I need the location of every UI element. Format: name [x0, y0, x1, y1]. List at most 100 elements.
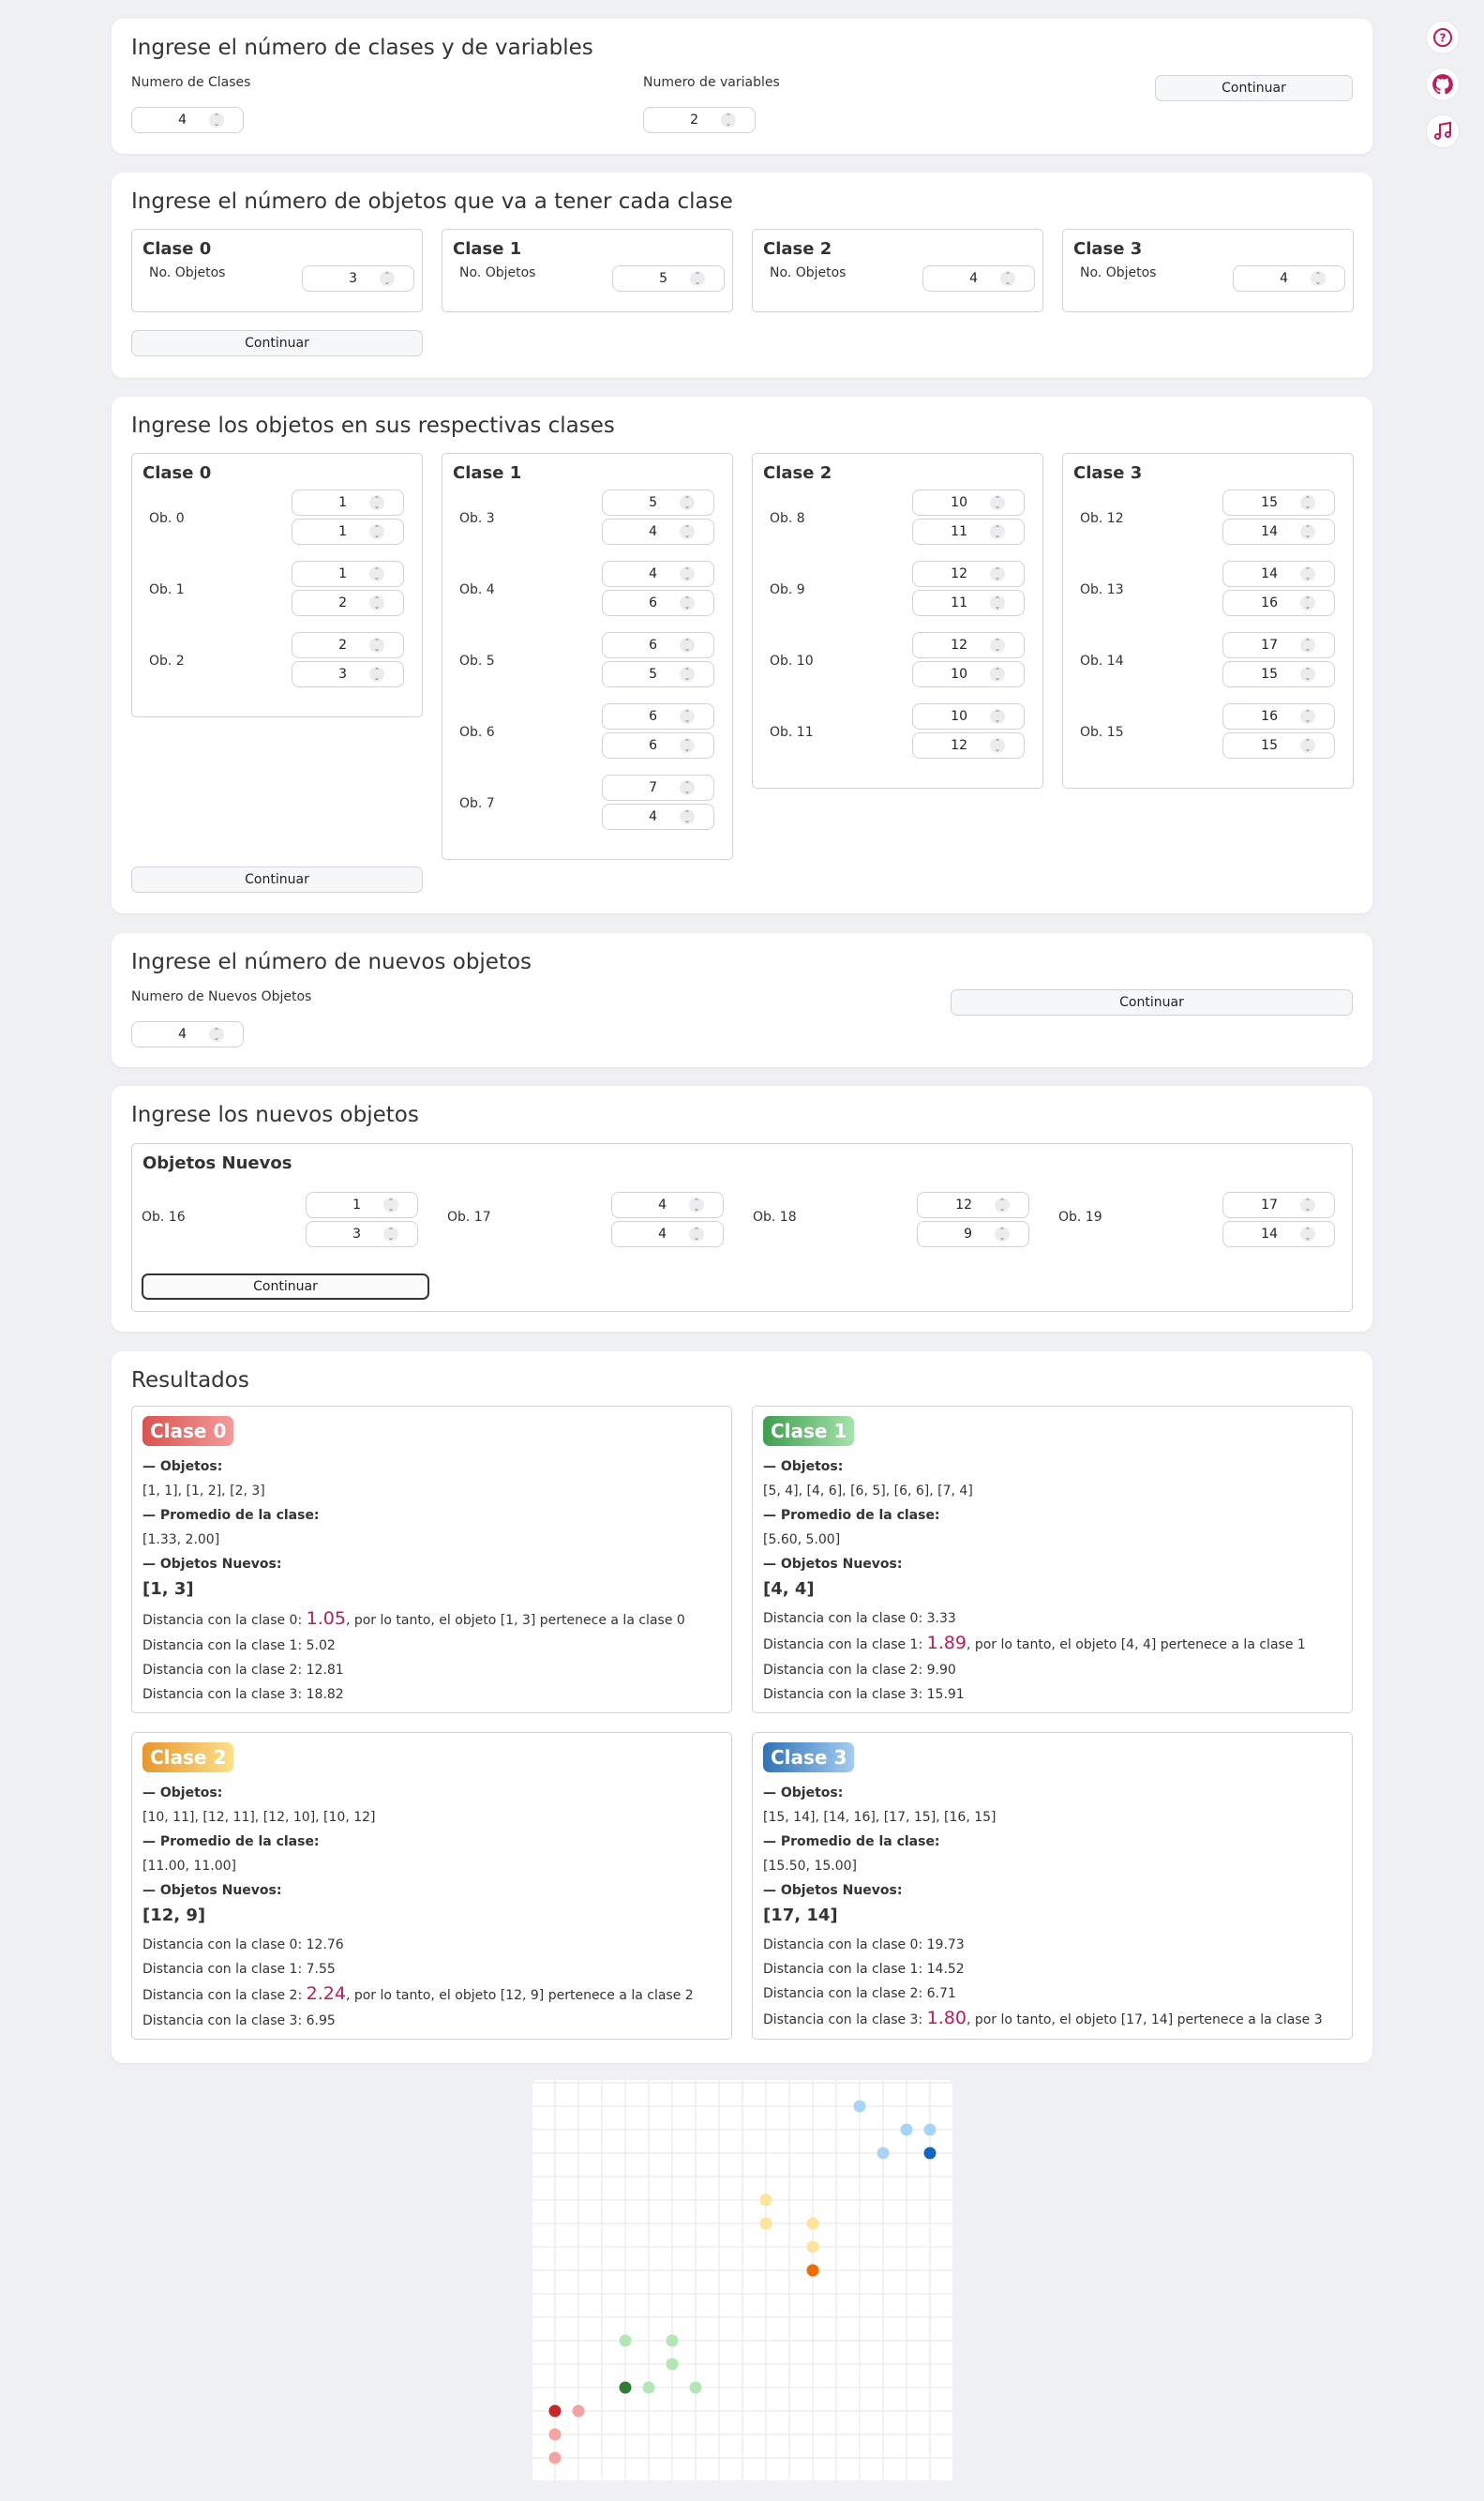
stepper-icon[interactable]: ⌃ ⌄ — [1300, 1227, 1315, 1242]
new-object-value-input[interactable]: 1 ⌃ ⌄ — [306, 1192, 418, 1218]
stepper-icon[interactable]: ⌃ ⌄ — [680, 638, 695, 653]
object-value-input[interactable]: 3 ⌃ ⌄ — [292, 661, 404, 687]
stepper-icon[interactable]: ⌃ ⌄ — [1300, 738, 1315, 753]
object-value-input[interactable]: 15 ⌃ ⌄ — [1222, 661, 1335, 687]
object-value-input[interactable]: 5 ⌃ ⌄ — [602, 490, 714, 516]
stepper-icon[interactable]: ⌃ ⌄ — [369, 566, 384, 581]
stepper-icon[interactable]: ⌃ ⌄ — [680, 595, 695, 610]
stepper-icon[interactable]: ⌃ ⌄ — [990, 524, 1005, 539]
object-value-input[interactable]: 11 ⌃ ⌄ — [912, 519, 1025, 545]
object-value-input[interactable]: 12 ⌃ ⌄ — [912, 632, 1025, 658]
github-button[interactable] — [1426, 68, 1460, 101]
object-value-input[interactable]: 16 ⌃ ⌄ — [1222, 703, 1335, 730]
object-value-input[interactable]: 15 ⌃ ⌄ — [1222, 490, 1335, 516]
new-object-value-input[interactable]: 4 ⌃ ⌄ — [611, 1221, 724, 1247]
stepper-icon[interactable]: ⌃ ⌄ — [680, 809, 695, 824]
object-value-input[interactable]: 6 ⌃ ⌄ — [602, 703, 714, 730]
object-value-input[interactable]: 1 ⌃ ⌄ — [292, 490, 404, 516]
object-value-input[interactable]: 6 ⌃ ⌄ — [602, 632, 714, 658]
object-value-input[interactable]: 4 ⌃ ⌄ — [602, 561, 714, 587]
help-circle-icon: ? — [1433, 28, 1452, 47]
object-value-input[interactable]: 12 ⌃ ⌄ — [912, 732, 1025, 759]
new-object-value-input[interactable]: 17 ⌃ ⌄ — [1222, 1192, 1335, 1218]
object-value-input[interactable]: 2 ⌃ ⌄ — [292, 632, 404, 658]
object-value-input[interactable]: 17 ⌃ ⌄ — [1222, 632, 1335, 658]
object-value-input[interactable]: 14 ⌃ ⌄ — [1222, 519, 1335, 545]
stepper-icon[interactable]: ⌃ ⌄ — [680, 495, 695, 510]
stepper-icon[interactable]: ⌃ ⌄ — [995, 1227, 1010, 1242]
stepper-icon[interactable]: ⌃ ⌄ — [1300, 495, 1315, 510]
new-object-value-input[interactable]: 14 ⌃ ⌄ — [1222, 1221, 1335, 1247]
object-value-input[interactable]: 10 ⌃ ⌄ — [912, 490, 1025, 516]
stepper-icon[interactable]: ⌃ ⌄ — [1000, 271, 1015, 286]
stepper-icon[interactable]: ⌃ ⌄ — [1300, 524, 1315, 539]
stepper-icon[interactable]: ⌃ ⌄ — [1311, 271, 1326, 286]
stepper-icon[interactable]: ⌃ ⌄ — [369, 524, 384, 539]
stepper-icon[interactable]: ⌃ ⌄ — [680, 566, 695, 581]
stepper-icon[interactable]: ⌃ ⌄ — [990, 709, 1005, 724]
continue-button[interactable]: Continuar — [131, 866, 423, 893]
help-button[interactable]: ? — [1426, 21, 1460, 54]
stepper-icon[interactable]: ⌃ ⌄ — [680, 738, 695, 753]
stepper-icon[interactable]: ⌃ ⌄ — [1300, 566, 1315, 581]
stepper-icon[interactable]: ⌃ ⌄ — [369, 638, 384, 653]
new-object-value-input[interactable]: 4 ⌃ ⌄ — [611, 1192, 724, 1218]
objects-count-input[interactable]: 3 ⌃ ⌄ — [302, 265, 414, 292]
stepper-icon[interactable]: ⌃ ⌄ — [680, 667, 695, 682]
stepper-icon[interactable]: ⌃ ⌄ — [1300, 638, 1315, 653]
stepper-icon[interactable]: ⌃ ⌄ — [680, 524, 695, 539]
object-value-input[interactable]: 11 ⌃ ⌄ — [912, 590, 1025, 616]
object-value-input[interactable]: 16 ⌃ ⌄ — [1222, 590, 1335, 616]
stepper-icon[interactable]: ⌃ ⌄ — [990, 638, 1005, 653]
stepper-icon[interactable]: ⌃ ⌄ — [380, 271, 395, 286]
object-value-input[interactable]: 4 ⌃ ⌄ — [602, 519, 714, 545]
music-button[interactable] — [1426, 114, 1460, 148]
stepper-icon[interactable]: ⌃ ⌄ — [680, 709, 695, 724]
continue-button[interactable]: Continuar — [142, 1273, 429, 1300]
stepper-icon[interactable]: ⌃ ⌄ — [369, 495, 384, 510]
object-value-input[interactable]: 7 ⌃ ⌄ — [602, 775, 714, 801]
stepper-icon[interactable]: ⌃ ⌄ — [990, 738, 1005, 753]
new-object-value-input[interactable]: 3 ⌃ ⌄ — [306, 1221, 418, 1247]
object-value-input[interactable]: 1 ⌃ ⌄ — [292, 519, 404, 545]
object-value-input[interactable]: 6 ⌃ ⌄ — [602, 590, 714, 616]
stepper-icon[interactable]: ⌃ ⌄ — [369, 595, 384, 610]
new-object-value-input[interactable]: 9 ⌃ ⌄ — [917, 1221, 1029, 1247]
objects-count-input[interactable]: 5 ⌃ ⌄ — [612, 265, 725, 292]
stepper-icon[interactable]: ⌃ ⌄ — [690, 271, 705, 286]
objects-count-input[interactable]: 4 ⌃ ⌄ — [1233, 265, 1345, 292]
object-value-input[interactable]: 2 ⌃ ⌄ — [292, 590, 404, 616]
stepper-icon[interactable]: ⌃ ⌄ — [680, 780, 695, 795]
object-value-input[interactable]: 10 ⌃ ⌄ — [912, 703, 1025, 730]
objects-count-input[interactable]: 4 ⌃ ⌄ — [922, 265, 1035, 292]
new-object-value-input[interactable]: 12 ⌃ ⌄ — [917, 1192, 1029, 1218]
stepper-icon[interactable]: ⌃ ⌄ — [995, 1198, 1010, 1213]
continue-button[interactable]: Continuar — [131, 330, 423, 356]
object-value-input[interactable]: 1 ⌃ ⌄ — [292, 561, 404, 587]
stepper-icon[interactable]: ⌃ ⌄ — [990, 595, 1005, 610]
stepper-icon[interactable]: ⌃ ⌄ — [1300, 709, 1315, 724]
stepper-icon[interactable]: ⌃ ⌄ — [1300, 667, 1315, 682]
object-value-input[interactable]: 6 ⌃ ⌄ — [602, 732, 714, 759]
stepper-icon[interactable]: ⌃ ⌄ — [689, 1227, 704, 1242]
stepper-icon[interactable]: ⌃ ⌄ — [1300, 595, 1315, 610]
continue-button[interactable]: Continuar — [951, 989, 1353, 1016]
continue-button[interactable]: Continuar — [1155, 75, 1353, 101]
stepper-icon[interactable]: ⌃ ⌄ — [990, 495, 1005, 510]
new-objects-input[interactable]: 4 ⌃ ⌄ — [131, 1021, 244, 1047]
object-value-input[interactable]: 4 ⌃ ⌄ — [602, 804, 714, 830]
object-value-input[interactable]: 15 ⌃ ⌄ — [1222, 732, 1335, 759]
object-value-input[interactable]: 12 ⌃ ⌄ — [912, 561, 1025, 587]
stepper-icon[interactable]: ⌃ ⌄ — [369, 667, 384, 682]
object-value-input[interactable]: 14 ⌃ ⌄ — [1222, 561, 1335, 587]
stepper-icon[interactable]: ⌃ ⌄ — [689, 1198, 704, 1213]
classes-input[interactable]: 4 ⌃ ⌄ — [131, 107, 244, 133]
stepper-icon[interactable]: ⌃ ⌄ — [383, 1198, 398, 1213]
variables-input[interactable]: 2 ⌃ ⌄ — [643, 107, 756, 133]
stepper-icon[interactable]: ⌃ ⌄ — [383, 1227, 398, 1242]
stepper-icon[interactable]: ⌃ ⌄ — [1300, 1198, 1315, 1213]
object-value-input[interactable]: 5 ⌃ ⌄ — [602, 661, 714, 687]
stepper-icon[interactable]: ⌃ ⌄ — [990, 566, 1005, 581]
stepper-icon[interactable]: ⌃ ⌄ — [990, 667, 1005, 682]
object-value-input[interactable]: 10 ⌃ ⌄ — [912, 661, 1025, 687]
